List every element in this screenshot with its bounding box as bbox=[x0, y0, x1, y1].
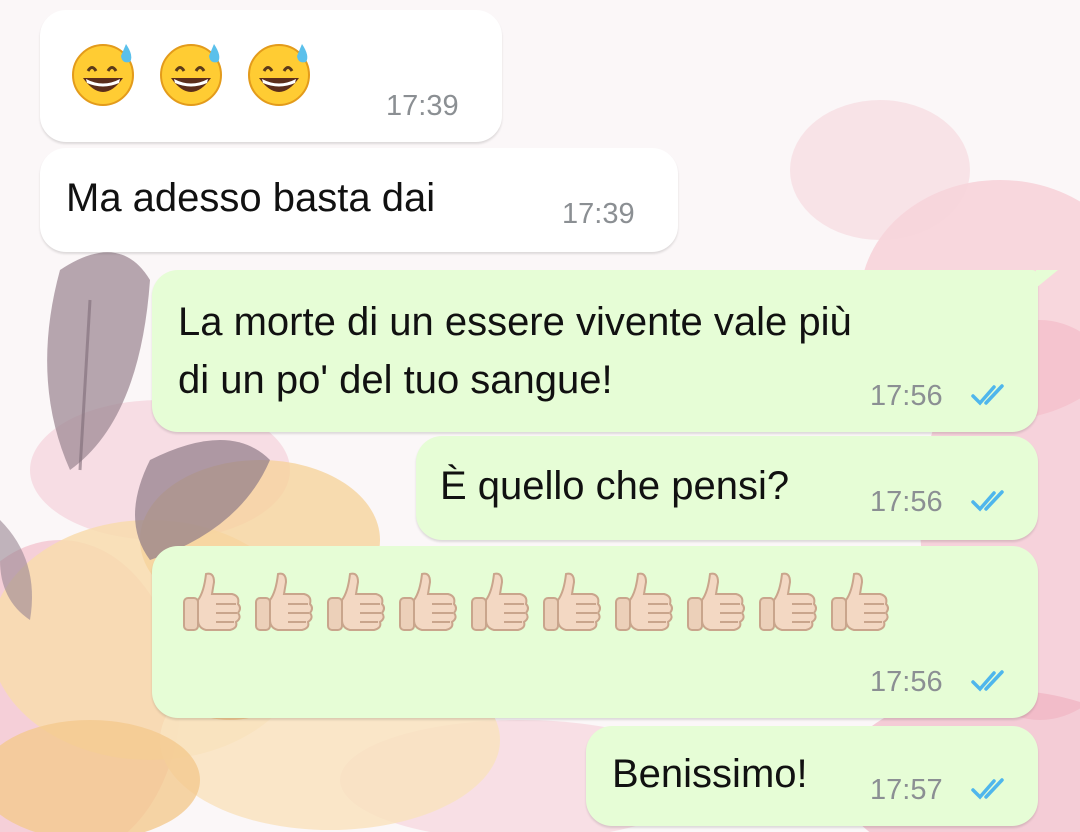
incoming-message-bubble[interactable]: 17:39 bbox=[40, 10, 502, 142]
incoming-message-bubble[interactable]: Ma adesso basta dai 17:39 bbox=[40, 148, 678, 252]
thumbs-up-light-skin-icon bbox=[327, 572, 385, 631]
thumbs-up-light-skin-icon bbox=[759, 572, 817, 631]
outgoing-message-bubble[interactable]: È quello che pensi? 17:56 bbox=[416, 436, 1038, 540]
thumbs-up-light-skin-icon bbox=[255, 572, 313, 631]
message-timestamp: 17:56 bbox=[870, 666, 943, 698]
thumbs-up-light-skin-icon bbox=[615, 572, 673, 631]
grinning-face-with-sweat-icon bbox=[72, 44, 134, 106]
message-text-line-2: di un po' del tuo sangue! bbox=[178, 358, 613, 402]
message-text: Ma adesso basta dai bbox=[66, 176, 436, 220]
outgoing-message-bubble[interactable]: Benissimo! 17:57 bbox=[586, 726, 1038, 826]
read-receipt-icon bbox=[971, 670, 1004, 692]
emoji-row bbox=[68, 38, 314, 108]
message-text-line-1: La morte di un essere vivente vale più bbox=[178, 300, 852, 344]
read-receipt-icon bbox=[971, 778, 1004, 800]
read-receipt-icon bbox=[971, 384, 1004, 406]
thumbs-up-light-skin-icon bbox=[183, 572, 241, 631]
thumbs-up-light-skin-icon bbox=[687, 572, 745, 631]
message-timestamp: 17:56 bbox=[870, 380, 943, 412]
read-receipt-icon bbox=[971, 490, 1004, 512]
message-timestamp: 17:39 bbox=[386, 90, 459, 122]
message-timestamp: 17:39 bbox=[562, 198, 635, 230]
thumbs-up-light-skin-icon bbox=[543, 572, 601, 631]
message-text: È quello che pensi? bbox=[440, 464, 790, 508]
message-text: Benissimo! bbox=[612, 752, 808, 796]
thumbs-up-light-skin-icon bbox=[471, 572, 529, 631]
emoji-row bbox=[176, 566, 896, 638]
grinning-face-with-sweat-icon bbox=[248, 44, 310, 106]
grinning-face-with-sweat-icon bbox=[160, 44, 222, 106]
outgoing-message-bubble[interactable]: 17:56 bbox=[152, 546, 1038, 718]
message-timestamp: 17:56 bbox=[870, 486, 943, 518]
outgoing-message-bubble[interactable]: La morte di un essere vivente vale più d… bbox=[152, 270, 1038, 432]
message-timestamp: 17:57 bbox=[870, 774, 943, 806]
bubble-tail bbox=[1036, 270, 1058, 288]
thumbs-up-light-skin-icon bbox=[831, 572, 889, 631]
thumbs-up-light-skin-icon bbox=[399, 572, 457, 631]
